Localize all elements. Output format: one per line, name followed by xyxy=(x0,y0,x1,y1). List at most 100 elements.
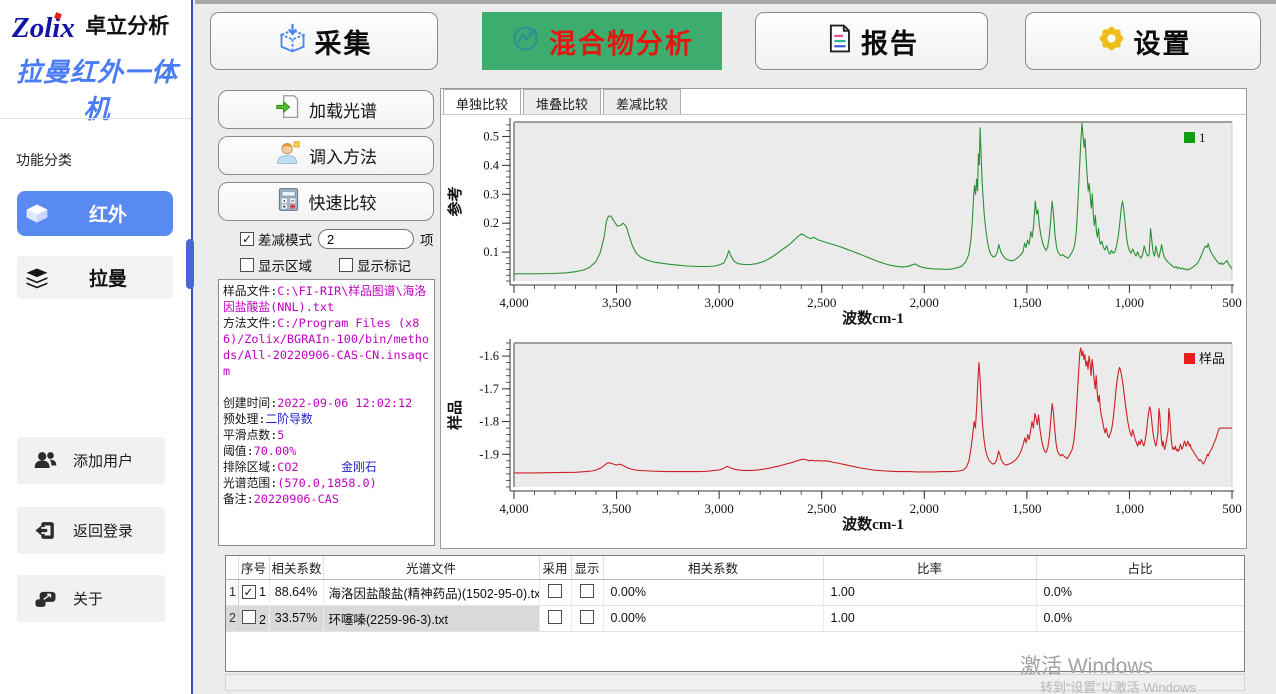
row-checkbox[interactable] xyxy=(548,610,562,624)
info-line: 方法文件:C:/Program Files (x86)/Zolix/BGRAIn… xyxy=(223,315,430,379)
row-select-cell[interactable]: 2 xyxy=(238,605,269,631)
show-cell[interactable] xyxy=(571,579,603,605)
svg-text:样品: 样品 xyxy=(1199,351,1225,366)
svg-text:1,500: 1,500 xyxy=(1012,295,1041,310)
load-spectrum-button[interactable]: 加载光谱 xyxy=(218,90,434,129)
show-region-checkbox[interactable] xyxy=(240,258,254,272)
sidebar-divider xyxy=(0,118,191,119)
table-row[interactable]: 2 233.57%环噻嗪(2259-96-3).txt0.00%1.000.0% xyxy=(226,605,1244,631)
analysis-icon xyxy=(510,22,543,60)
sidebar-scrollbar-thumb[interactable] xyxy=(186,239,194,289)
quick-compare-button[interactable]: 快速比较 xyxy=(218,182,434,221)
subtract-count-input[interactable] xyxy=(318,229,414,249)
info-line: 样品文件:C:\FI-RIR\样品图谱\海洛因盐酸盐(NNL).txt xyxy=(223,283,430,315)
correlation-cell: 88.64% xyxy=(269,579,323,605)
ratio-cell: 1.00 xyxy=(823,579,1036,605)
table-header: 相关系数 xyxy=(603,556,823,579)
load-method-button[interactable]: 调入方法 xyxy=(218,136,434,175)
info-line: 备注:20220906-CAS xyxy=(223,491,430,507)
row-index: 2 xyxy=(226,605,238,631)
svg-text:3,500: 3,500 xyxy=(602,501,631,516)
display-options-row: 显示区域 显示标记 xyxy=(218,254,436,276)
table-header: 显示 xyxy=(571,556,603,579)
mixture-analysis-button[interactable]: 混合物分析 xyxy=(482,12,722,70)
gear-icon xyxy=(1095,22,1128,60)
person-icon xyxy=(275,140,301,171)
svg-text:3,500: 3,500 xyxy=(602,295,631,310)
calculator-icon xyxy=(276,187,301,217)
svg-text:1: 1 xyxy=(1199,130,1206,145)
svg-text:2,500: 2,500 xyxy=(807,295,836,310)
reference-chart: 0.10.20.30.40.54,0003,5003,0002,5002,000… xyxy=(442,116,1245,334)
back-to-login-button[interactable]: 返回登录 xyxy=(17,507,165,554)
sidebar: Zolix 卓立分析 拉曼红外一体机 功能分类 红外 拉曼 添加用户 xyxy=(0,0,193,694)
info-line: 排除区域:CO2 金刚石 xyxy=(223,459,430,475)
users-icon xyxy=(17,448,73,473)
sample-chart: -1.9-1.8-1.7-1.64,0003,5003,0002,5002,00… xyxy=(442,337,1245,549)
function-category-label: 功能分类 xyxy=(16,150,72,170)
row-checkbox[interactable] xyxy=(580,584,594,598)
use-cell[interactable] xyxy=(539,605,571,631)
svg-text:波数cm-1: 波数cm-1 xyxy=(842,515,904,533)
tab-stack-compare[interactable]: 堆叠比较 xyxy=(523,89,601,114)
brand-logo: Zolix 卓立分析 xyxy=(12,10,169,45)
window-top-edge xyxy=(195,0,1276,4)
sidebar-item-infrared[interactable]: 红外 xyxy=(17,191,173,236)
info-line xyxy=(223,379,430,395)
product-name: 拉曼红外一体机 xyxy=(6,52,188,126)
subtract-mode-checkbox[interactable]: ✓ xyxy=(240,232,254,246)
table-row[interactable]: 1✓ 188.64%海洛因盐酸盐(精神药品)(1502-95-0).txt 0.0… xyxy=(226,579,1244,605)
collect-button[interactable]: 采集 xyxy=(210,12,438,70)
svg-text:2,000: 2,000 xyxy=(910,295,939,310)
mixture-analysis-label: 混合物分析 xyxy=(549,22,694,61)
row-index: 1 xyxy=(226,579,238,605)
back-to-login-label: 返回登录 xyxy=(73,520,133,541)
svg-text:-1.8: -1.8 xyxy=(479,415,499,429)
compare-tabs: 单独比较 堆叠比较 差减比较 xyxy=(443,89,683,114)
correlation2-cell: 0.00% xyxy=(603,579,823,605)
correlation-cell: 33.57% xyxy=(269,605,323,631)
windows-activation-hint: 转到“设置”以激活 Windows xyxy=(1040,677,1196,694)
show-marker-checkbox[interactable] xyxy=(339,258,353,272)
svg-text:参考: 参考 xyxy=(446,186,464,216)
svg-text:3,000: 3,000 xyxy=(705,295,734,310)
sidebar-item-raman[interactable]: 拉曼 xyxy=(17,256,173,299)
svg-text:500: 500 xyxy=(1222,501,1242,516)
share-cell: 0.0% xyxy=(1036,605,1244,631)
logout-icon xyxy=(17,518,73,543)
row-select-cell[interactable]: ✓ 1 xyxy=(238,579,269,605)
svg-text:1,000: 1,000 xyxy=(1115,501,1144,516)
load-spectrum-icon xyxy=(275,94,301,125)
about-button[interactable]: 关于 xyxy=(17,575,165,622)
quick-compare-label: 快速比较 xyxy=(309,189,377,214)
row-checkbox[interactable]: ✓ xyxy=(242,585,256,599)
svg-text:0.1: 0.1 xyxy=(483,245,499,259)
table-header xyxy=(226,556,238,579)
use-cell[interactable] xyxy=(539,579,571,605)
table-header: 比率 xyxy=(823,556,1036,579)
subtract-mode-row: ✓ 差减模式 项 xyxy=(218,228,436,250)
svg-text:0.4: 0.4 xyxy=(483,158,499,172)
tab-subtract-compare[interactable]: 差减比较 xyxy=(603,89,681,114)
svg-text:样品: 样品 xyxy=(446,400,464,430)
svg-text:波数cm-1: 波数cm-1 xyxy=(842,309,904,327)
svg-text:0.5: 0.5 xyxy=(483,129,499,143)
svg-text:2,000: 2,000 xyxy=(910,501,939,516)
info-line: 阈值:70.00% xyxy=(223,443,430,459)
row-checkbox[interactable] xyxy=(548,584,562,598)
svg-text:0.3: 0.3 xyxy=(483,187,499,201)
row-checkbox[interactable] xyxy=(242,610,256,624)
settings-button[interactable]: 设置 xyxy=(1025,12,1261,70)
spectrum-file-cell: 海洛因盐酸盐(精神药品)(1502-95-0).txt xyxy=(323,579,539,605)
table-header: 占比 xyxy=(1036,556,1244,579)
row-checkbox[interactable] xyxy=(580,610,594,624)
tab-single-compare[interactable]: 单独比较 xyxy=(443,89,521,114)
sidebar-item-label: 拉曼 xyxy=(57,264,159,291)
svg-text:1,000: 1,000 xyxy=(1115,295,1144,310)
add-user-button[interactable]: 添加用户 xyxy=(17,437,165,484)
ratio-cell: 1.00 xyxy=(823,605,1036,631)
show-cell[interactable] xyxy=(571,605,603,631)
report-button[interactable]: 报告 xyxy=(755,12,988,70)
add-user-label: 添加用户 xyxy=(73,450,133,471)
compare-panel: 单独比较 堆叠比较 差减比较 0.10.20.30.40.54,0003,500… xyxy=(440,88,1247,549)
